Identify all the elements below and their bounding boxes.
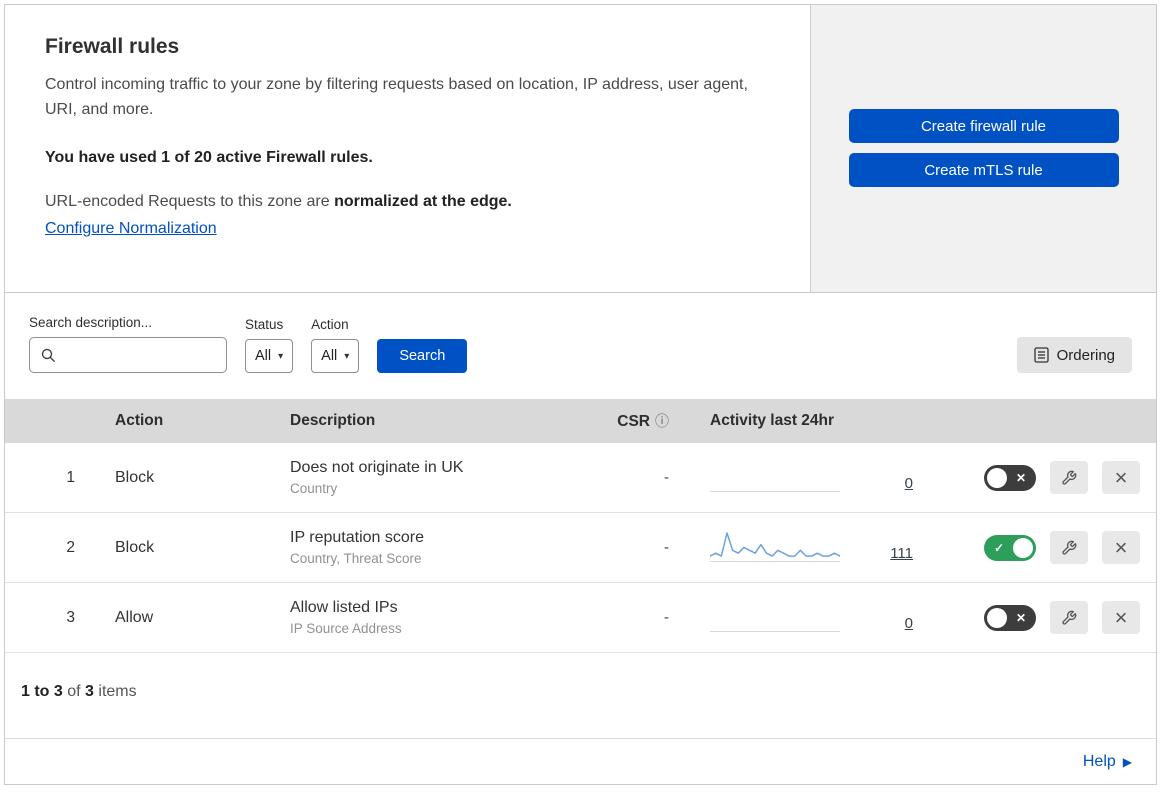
- rule-description: Allow listed IPs: [290, 599, 398, 616]
- ordering-list-icon: [1033, 347, 1049, 363]
- rule-index: 1: [66, 468, 75, 486]
- rule-index: 2: [66, 538, 75, 556]
- search-box[interactable]: [29, 337, 227, 373]
- wrench-icon: [1061, 610, 1077, 626]
- create-mtls-rule-button[interactable]: Create mTLS rule: [848, 153, 1119, 187]
- normalization-bold: normalized at the edge.: [334, 192, 512, 210]
- rule-controls: ×: [925, 461, 1156, 494]
- action-dropdown-value: All: [321, 348, 338, 364]
- activity-count-link[interactable]: 0: [905, 475, 913, 492]
- pagination-range: 1 to 3: [21, 683, 63, 700]
- rule-csr: -: [664, 609, 669, 626]
- firewall-rules-page: Firewall rules Control incoming traffic …: [4, 4, 1157, 785]
- ordering-button-label: Ordering: [1056, 346, 1115, 364]
- status-dropdown[interactable]: All ▾: [245, 339, 294, 373]
- normalization-prefix: URL-encoded Requests to this zone are: [45, 192, 335, 210]
- rule-controls: ×: [925, 601, 1156, 634]
- rule-controls: ×: [925, 531, 1156, 564]
- chevron-down-icon: ▾: [344, 350, 350, 362]
- rule-action: Allow: [115, 608, 154, 626]
- ordering-button[interactable]: Ordering: [1016, 337, 1132, 373]
- status-dropdown-value: All: [255, 348, 272, 364]
- search-button[interactable]: Search: [377, 339, 468, 373]
- rule-action: Block: [115, 538, 155, 556]
- activity-count-link[interactable]: 0: [905, 615, 913, 632]
- edit-rule-button[interactable]: [1050, 531, 1088, 564]
- rule-action: Block: [115, 468, 155, 486]
- rule-index: 3: [66, 608, 75, 626]
- search-label: Search description...: [29, 315, 153, 330]
- rule-match-fields: Country: [290, 481, 338, 496]
- pagination-items: items: [93, 683, 137, 700]
- rule-enabled-toggle[interactable]: [984, 604, 1036, 631]
- table-row: 1 Block Does not originate in UK Country…: [5, 443, 1156, 513]
- close-icon: ×: [1114, 604, 1128, 630]
- search-icon: [40, 347, 56, 363]
- wrench-icon: [1061, 470, 1077, 486]
- action-filter-group: Action All ▾: [311, 317, 360, 373]
- activity-count-link[interactable]: 111: [890, 545, 913, 562]
- search-input[interactable]: [63, 346, 216, 364]
- rule-description: Does not originate in UK: [290, 459, 464, 476]
- rule-match-fields: Country, Threat Score: [290, 551, 422, 566]
- search-field-group: Search description...: [29, 315, 227, 373]
- rule-match-fields: IP Source Address: [290, 621, 402, 636]
- header-description: Description: [290, 412, 376, 429]
- top-section: Firewall rules Control incoming traffic …: [5, 5, 1156, 293]
- activity-sparkline: [710, 458, 840, 492]
- delete-rule-button[interactable]: ×: [1102, 531, 1140, 564]
- filter-bar: Search description... Status All ▾ Actio…: [5, 293, 1156, 399]
- header-csr: CSR ⓘ: [590, 411, 675, 431]
- rule-description-cell: Does not originate in UK Country: [270, 459, 590, 496]
- table-header: Action Description CSR ⓘ Activity last 24…: [5, 399, 1156, 443]
- configure-normalization-link[interactable]: Configure Normalization: [45, 220, 217, 237]
- usage-summary: You have used 1 of 20 active Firewall ru…: [45, 148, 373, 166]
- pagination-of: of: [62, 683, 86, 700]
- rule-csr: -: [664, 539, 669, 556]
- help-bar: Help ▶: [5, 738, 1156, 784]
- header-activity: Activity last 24hr: [710, 412, 835, 429]
- rule-activity-cell: 0: [675, 583, 925, 652]
- page-description: Control incoming traffic to your zone by…: [45, 76, 748, 118]
- action-dropdown[interactable]: All ▾: [311, 339, 360, 373]
- normalization-text: URL-encoded Requests to this zone are no…: [45, 193, 770, 211]
- close-icon: ×: [1114, 534, 1128, 560]
- rule-csr: -: [664, 469, 669, 486]
- delete-rule-button[interactable]: ×: [1102, 461, 1140, 494]
- header-action: Action: [115, 412, 164, 429]
- rule-enabled-toggle[interactable]: [984, 534, 1036, 561]
- pagination-total: 3: [85, 683, 94, 700]
- help-link-label: Help: [1082, 752, 1116, 770]
- chevron-down-icon: ▾: [278, 350, 284, 362]
- close-icon: ×: [1114, 464, 1128, 490]
- rule-description-cell: Allow listed IPs IP Source Address: [270, 599, 590, 636]
- activity-sparkline: [710, 598, 840, 632]
- status-filter-group: Status All ▾: [245, 317, 294, 373]
- wrench-icon: [1061, 540, 1077, 556]
- activity-sparkline: [710, 528, 840, 562]
- header-csr-label: CSR: [617, 413, 650, 430]
- rule-description: IP reputation score: [290, 529, 425, 546]
- rule-enabled-toggle[interactable]: [984, 464, 1036, 491]
- status-label: Status: [245, 317, 284, 332]
- sparkline-svg: [710, 532, 840, 557]
- info-icon[interactable]: ⓘ: [655, 413, 669, 429]
- edit-rule-button[interactable]: [1050, 601, 1088, 634]
- delete-rule-button[interactable]: ×: [1102, 601, 1140, 634]
- rule-description-cell: IP reputation score Country, Threat Scor…: [270, 529, 590, 566]
- rule-activity-cell: 111: [675, 513, 925, 582]
- help-link[interactable]: Help ▶: [1083, 753, 1132, 771]
- action-panel: Create firewall rule Create mTLS rule: [811, 5, 1156, 292]
- page-title: Firewall rules: [45, 35, 180, 58]
- table-row: 2 Block IP reputation score Country, Thr…: [5, 513, 1156, 583]
- pagination-summary: 1 to 3 of 3 items: [5, 653, 1156, 717]
- intro-card: Firewall rules Control incoming traffic …: [5, 5, 811, 292]
- action-label: Action: [311, 317, 349, 332]
- create-firewall-rule-button[interactable]: Create firewall rule: [848, 109, 1119, 143]
- rule-activity-cell: 0: [675, 443, 925, 512]
- table-row: 3 Allow Allow listed IPs IP Source Addre…: [5, 583, 1156, 653]
- edit-rule-button[interactable]: [1050, 461, 1088, 494]
- arrow-right-icon: ▶: [1122, 754, 1132, 769]
